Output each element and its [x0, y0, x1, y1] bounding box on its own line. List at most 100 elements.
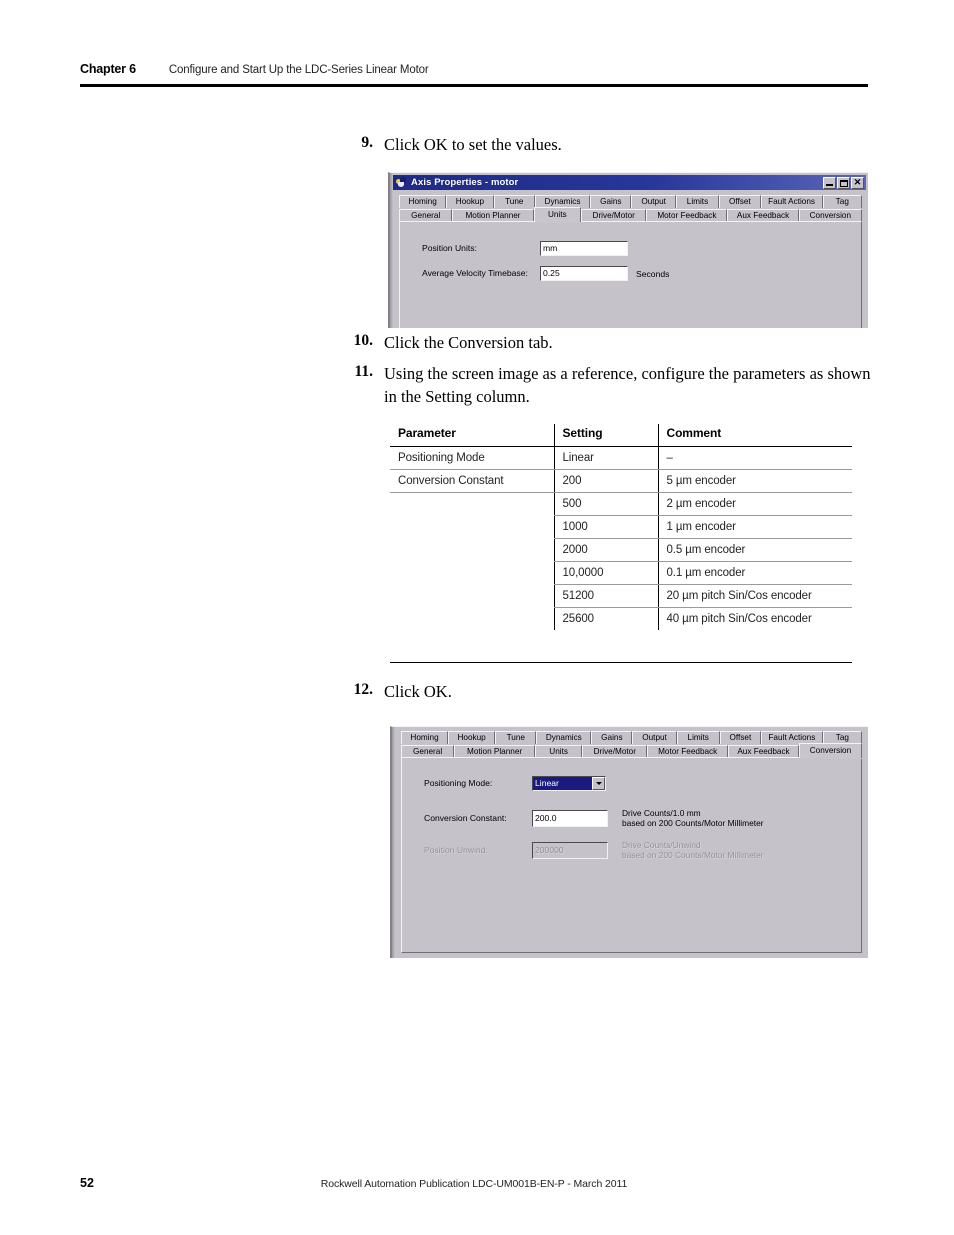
tab-label: Fault Actions	[768, 732, 816, 742]
cell-parameter: Conversion Constant	[390, 469, 554, 493]
parameter-settings-table: Parameter Setting Comment Positioning Mo…	[390, 424, 852, 630]
tab-label: Tag	[835, 732, 849, 742]
tab-label: Motion Planner	[467, 746, 523, 756]
tab-hookup[interactable]: Hookup	[446, 195, 494, 208]
average-velocity-timebase-row: Average Velocity Timebase: 0.25 Seconds	[422, 266, 669, 281]
tab-label: Limits	[686, 196, 709, 206]
tab-tune[interactable]: Tune	[493, 195, 535, 208]
positioning-mode-dropdown[interactable]: Linear	[532, 776, 606, 791]
window-left-edge	[390, 173, 393, 328]
chevron-down-icon[interactable]	[592, 777, 605, 790]
cell-parameter	[390, 562, 554, 585]
cell-setting: 51200	[553, 584, 658, 608]
average-velocity-timebase-input[interactable]: 0.25	[540, 266, 628, 281]
step-10: 10. Click the Conversion tab.	[347, 332, 867, 355]
axis-properties-window: Axis Properties - motor ✕ Homing Hookup Tu…	[388, 172, 868, 328]
title-bar-buttons: ✕	[823, 176, 864, 189]
tab-label: Conversion	[809, 745, 852, 755]
cell-setting: 1000	[553, 515, 658, 539]
tab-label: Units	[549, 746, 568, 756]
tab-output[interactable]: Output	[631, 195, 676, 208]
window-left-edge-2	[392, 727, 395, 958]
step-9: 9. Click OK to set the values.	[347, 134, 867, 157]
cell-parameter: Positioning Mode	[390, 446, 554, 470]
tab-bar: Homing Hookup Tune Dynamics Gains Output Limit…	[399, 195, 862, 222]
tab-label: Aux Feedback	[736, 210, 790, 220]
tab-label: Dynamics	[545, 732, 582, 742]
step-10-number: 10.	[353, 332, 373, 349]
conversion-constant-input[interactable]: 200.0	[532, 809, 608, 827]
minimize-icon[interactable]	[823, 176, 836, 189]
tab-label: Motor Feedback	[657, 210, 717, 220]
table-bottom-rule	[390, 662, 852, 663]
tab-label: Drive/Motor	[592, 210, 635, 220]
tab-gains[interactable]: Gains	[590, 195, 632, 208]
position-units-input[interactable]: mm	[540, 241, 628, 256]
cell-comment: 40 µm pitch Sin/Cos encoder	[657, 607, 852, 630]
axis-properties-window-2: Homing Hookup Tune Dynamics Gains Output Limit…	[390, 726, 868, 958]
cell-comment: 1 µm encoder	[657, 515, 852, 539]
column-header-setting: Setting	[553, 424, 658, 447]
position-units-row: Position Units: mm	[422, 241, 628, 256]
tab-hookup[interactable]: Hookup	[448, 731, 496, 744]
tab-label: Gains	[601, 732, 623, 742]
tab-label: Homing	[410, 732, 439, 742]
tab-conversion[interactable]: Conversion	[798, 743, 862, 758]
tab-dynamics[interactable]: Dynamics	[536, 731, 592, 744]
tab-label: Motion Planner	[465, 210, 521, 220]
tab-homing[interactable]: Homing	[401, 731, 449, 744]
position-unwind-input: 200000	[532, 841, 608, 859]
tab-limits[interactable]: Limits	[675, 195, 720, 208]
step-12: 12. Click OK.	[347, 681, 867, 704]
cell-comment: 2 µm encoder	[657, 492, 852, 516]
tab-label: Motor Feedback	[658, 746, 718, 756]
tab-label: Tag	[835, 196, 849, 206]
tab-offset[interactable]: Offset	[719, 195, 761, 208]
tab-tune[interactable]: Tune	[495, 731, 537, 744]
cell-comment: 5 µm encoder	[657, 469, 852, 493]
tab-label: Drive/Motor	[593, 746, 636, 756]
positioning-mode-label: Positioning Mode:	[424, 778, 493, 789]
cell-setting: 25600	[553, 607, 658, 630]
tab-output[interactable]: Output	[632, 731, 677, 744]
average-velocity-timebase-label: Average Velocity Timebase:	[422, 268, 528, 279]
table-header: Parameter Setting Comment	[390, 424, 852, 447]
table-row: 10,0000 0.1 µm encoder	[390, 561, 852, 585]
tab-gains[interactable]: Gains	[591, 731, 633, 744]
tab-units[interactable]: Units	[533, 207, 582, 222]
chapter-label: Chapter 6	[80, 62, 136, 76]
tab-label: Offset	[729, 732, 752, 742]
tab-homing[interactable]: Homing	[399, 195, 447, 208]
tab-label: Hookup	[455, 196, 485, 206]
positioning-mode-row: Positioning Mode: Linear	[424, 776, 606, 791]
maximize-icon[interactable]	[837, 176, 850, 189]
running-header: Chapter 6 Configure and Start Up the LDC…	[80, 62, 868, 87]
tab-label: Fault Actions	[768, 196, 815, 206]
step-11-text: Using the screen image as a reference, c…	[384, 364, 871, 406]
cell-setting: Linear	[553, 446, 658, 470]
cell-parameter	[390, 516, 554, 539]
tab-label: Homing	[408, 196, 437, 206]
tab-offset[interactable]: Offset	[719, 731, 762, 744]
tab-panel-units: Position Units: mm Average Velocity Time…	[399, 221, 862, 328]
close-icon[interactable]: ✕	[851, 176, 864, 189]
tab-fault-actions[interactable]: Fault Actions	[760, 195, 823, 208]
cell-parameter	[390, 585, 554, 608]
tab-row-1: Homing Hookup Tune Dynamics Gains Output Limit…	[399, 195, 862, 208]
cell-comment: 0.1 µm encoder	[657, 561, 852, 585]
cell-parameter	[390, 608, 554, 631]
tab-label: Output	[641, 196, 666, 206]
step-12-text: Click OK.	[384, 682, 452, 701]
table-row: 2000 0.5 µm encoder	[390, 538, 852, 562]
table-body: Positioning Mode Linear – Conversion Consta…	[390, 446, 852, 631]
tab-limits[interactable]: Limits	[676, 731, 720, 744]
conversion-constant-row: Conversion Constant: 200.0 Drive Counts/…	[424, 808, 764, 829]
axis-properties-icon	[395, 177, 407, 188]
publication-line: Rockwell Automation Publication LDC-UM00…	[320, 1178, 628, 1190]
seconds-unit-label: Seconds	[636, 268, 670, 279]
table-header-row: Parameter Setting Comment	[390, 424, 852, 447]
window-title: Axis Properties - motor	[411, 177, 519, 188]
tab-label: Gains	[600, 196, 622, 206]
tab-tag[interactable]: Tag	[822, 195, 862, 208]
axis-properties-conversion-screenshot: Homing Hookup Tune Dynamics Gains Output Limit…	[390, 726, 868, 958]
